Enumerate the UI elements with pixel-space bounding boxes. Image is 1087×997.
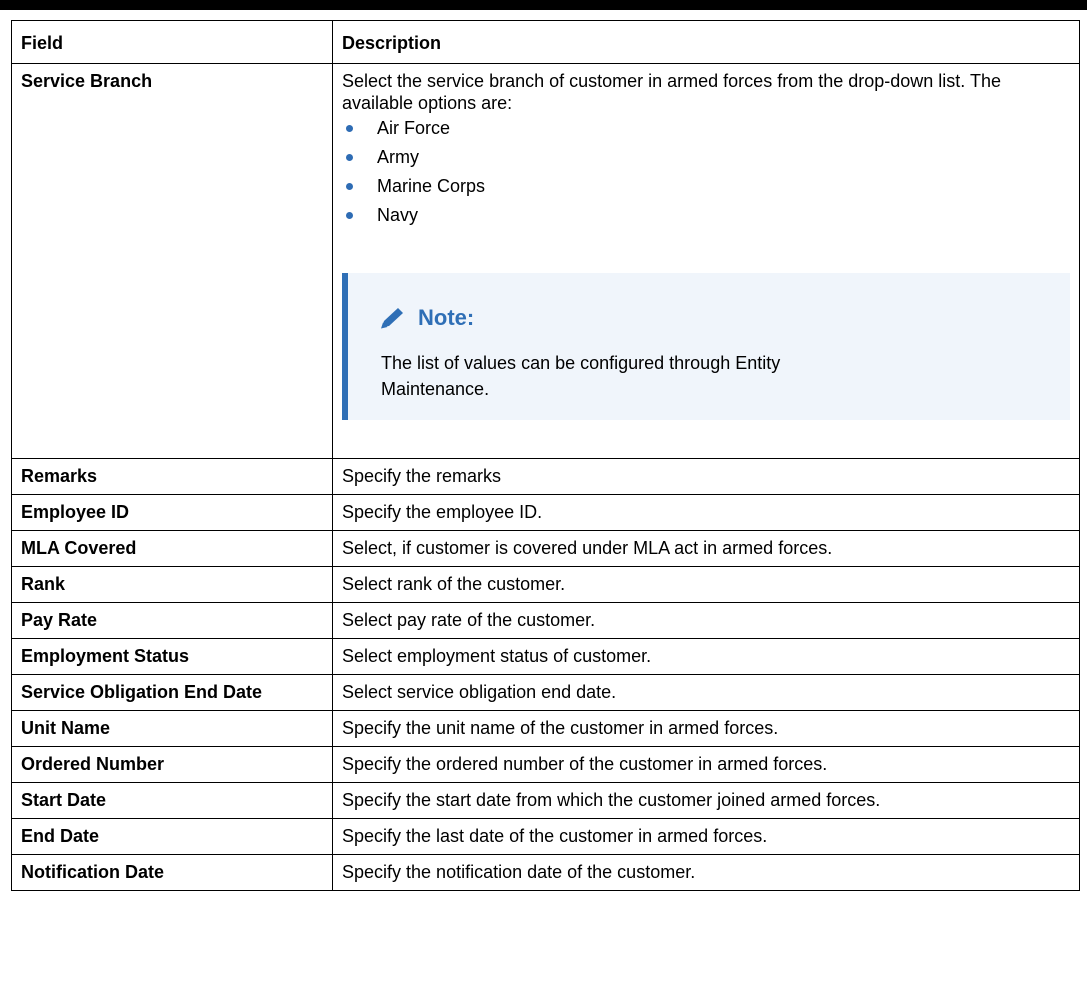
table-row: Ordered Number Specify the ordered number… [11, 746, 1080, 783]
table-row: MLA Covered Select, if customer is covere… [11, 530, 1080, 567]
table-row: Notification Date Specify the notificatio… [11, 854, 1080, 891]
list-item: Navy [342, 201, 1070, 230]
field-description: Specify the start date from which the cu… [332, 782, 1080, 819]
table-row: Start Date Specify the start date from wh… [11, 782, 1080, 819]
note-title: Note: [418, 305, 475, 330]
field-description: Specify the employee ID. [332, 494, 1080, 531]
list-item: Army [342, 143, 1070, 172]
field-description: Specify the last date of the customer in… [332, 818, 1080, 855]
field-name: Employee ID [11, 494, 333, 531]
table-row: Pay Rate Select pay rate of the customer. [11, 602, 1080, 639]
field-name: Employment Status [11, 638, 333, 675]
page-top-rule [0, 0, 1087, 10]
field-description: Select pay rate of the customer. [332, 602, 1080, 639]
list-item: Marine Corps [342, 172, 1070, 201]
table-row: Remarks Specify the remarks [11, 458, 1080, 495]
field-name: Rank [11, 566, 333, 603]
field-description: Select, if customer is covered under MLA… [332, 530, 1080, 567]
field-name: MLA Covered [11, 530, 333, 567]
field-name: Remarks [11, 458, 333, 495]
table-row: Employment Status Select employment statu… [11, 638, 1080, 675]
pencil-icon [381, 308, 403, 329]
field-description: Specify the unit name of the customer in… [332, 710, 1080, 747]
table-row: Unit Name Specify the unit name of the cu… [11, 710, 1080, 747]
field-description: Specify the remarks [332, 458, 1080, 495]
table-header-row: Field Description [11, 20, 1080, 64]
field-description: Select rank of the customer. [332, 566, 1080, 603]
bullet-icon [346, 154, 353, 161]
field-name: Pay Rate [11, 602, 333, 639]
note-callout: Note: The list of values can be configur… [342, 273, 1070, 420]
options-list: Air Force Army Marine Corps Navy [342, 114, 1070, 230]
option-label: Navy [377, 205, 419, 225]
description-column-header: Description [332, 20, 1080, 64]
table-row: End Date Specify the last date of the cus… [11, 818, 1080, 855]
field-description: Specify the ordered number of the custom… [332, 746, 1080, 783]
field-name: End Date [11, 818, 333, 855]
field-name: Service Branch [11, 63, 333, 459]
field-description: Select employment status of customer. [332, 638, 1080, 675]
description-text: Select the service branch of customer in… [342, 71, 1001, 113]
option-label: Air Force [377, 118, 451, 138]
note-header: Note: [376, 302, 1046, 334]
note-text: The list of values can be configured thr… [381, 353, 781, 399]
field-description-table: Field Description Service Branch Select … [11, 20, 1080, 891]
bullet-icon [346, 212, 353, 219]
bullet-icon [346, 125, 353, 132]
field-name: Ordered Number [11, 746, 333, 783]
option-label: Marine Corps [377, 176, 486, 196]
field-name: Service Obligation End Date [11, 674, 333, 711]
option-label: Army [377, 147, 419, 167]
field-description: Select service obligation end date. [332, 674, 1080, 711]
table-row: Rank Select rank of the customer. [11, 566, 1080, 603]
field-name: Notification Date [11, 854, 333, 891]
list-item: Air Force [342, 114, 1070, 143]
field-column-header: Field [11, 20, 333, 64]
table-row: Service Obligation End Date Select servic… [11, 674, 1080, 711]
field-description: Select the service branch of customer in… [332, 63, 1080, 459]
field-name: Start Date [11, 782, 333, 819]
table-row: Employee ID Specify the employee ID. [11, 494, 1080, 531]
bullet-icon [346, 183, 353, 190]
field-description: Specify the notification date of the cus… [332, 854, 1080, 891]
table-row: Service Branch Select the service branch… [11, 63, 1080, 459]
field-name: Unit Name [11, 710, 333, 747]
